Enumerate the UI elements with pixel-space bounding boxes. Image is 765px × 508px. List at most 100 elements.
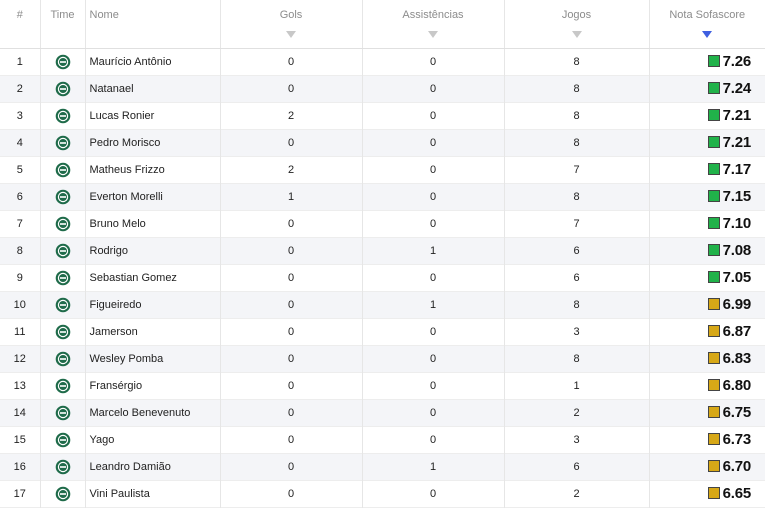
team-cell[interactable] xyxy=(40,345,86,372)
team-cell[interactable] xyxy=(40,291,86,318)
team-cell[interactable] xyxy=(40,480,86,507)
rating-badge: 6.70 xyxy=(707,458,751,475)
player-name-link[interactable]: Vini Paulista xyxy=(85,480,221,507)
player-name-link[interactable]: Figueiredo xyxy=(85,291,221,318)
column-header-games[interactable]: Jogos xyxy=(504,0,650,49)
rating-badge: 7.24 xyxy=(707,80,751,97)
table-row[interactable]: 7 Bruno Melo 0 0 7 7.10 xyxy=(0,210,765,237)
team-crest-icon[interactable] xyxy=(55,243,71,259)
player-name-link[interactable]: Pedro Morisco xyxy=(85,129,221,156)
sort-arrow-icon[interactable] xyxy=(571,31,582,38)
row-position: 11 xyxy=(0,318,41,345)
team-cell[interactable] xyxy=(40,264,86,291)
column-header-goals-label: Gols xyxy=(279,9,303,21)
team-cell[interactable] xyxy=(40,129,86,156)
table-row[interactable]: 2 Natanael 0 0 8 7.24 xyxy=(0,75,765,102)
team-crest-icon[interactable] xyxy=(55,486,71,502)
sort-arrow-icon[interactable] xyxy=(286,31,296,38)
column-header-rating-label: Nota Sofascore xyxy=(669,9,746,21)
table-row[interactable]: 14 Marcelo Benevenuto 0 0 2 6.75 xyxy=(0,399,765,426)
assists-value: 0 xyxy=(362,345,505,372)
row-position: 14 xyxy=(0,399,41,426)
table-row[interactable]: 6 Everton Morelli 1 0 8 7.15 xyxy=(0,183,765,210)
player-name-link[interactable]: Leandro Damião xyxy=(85,453,221,480)
table-row[interactable]: 12 Wesley Pomba 0 0 8 6.83 xyxy=(0,345,765,372)
table-row[interactable]: 15 Yago 0 0 3 6.73 xyxy=(0,426,765,453)
player-name-link[interactable]: Maurício Antônio xyxy=(85,48,221,75)
team-cell[interactable] xyxy=(40,156,86,183)
table-row[interactable]: 16 Leandro Damião 0 1 6 6.70 xyxy=(0,453,765,480)
team-cell[interactable] xyxy=(40,399,86,426)
rating-badge: 6.73 xyxy=(707,431,751,448)
team-cell[interactable] xyxy=(40,318,86,345)
rating-value: 7.05 xyxy=(722,268,752,286)
team-crest-icon[interactable] xyxy=(55,54,71,70)
rating-value: 7.21 xyxy=(722,133,752,151)
team-cell[interactable] xyxy=(40,453,86,480)
games-value: 8 xyxy=(504,129,650,156)
player-name-link[interactable]: Jamerson xyxy=(85,318,221,345)
team-crest-icon[interactable] xyxy=(55,432,71,448)
team-crest-icon[interactable] xyxy=(55,135,71,151)
team-crest-icon[interactable] xyxy=(55,378,71,394)
rating-color-swatch xyxy=(707,487,720,500)
sort-arrow-active-icon[interactable] xyxy=(702,31,713,38)
player-name-link[interactable]: Bruno Melo xyxy=(85,210,221,237)
team-crest-icon[interactable] xyxy=(55,270,71,286)
row-position: 10 xyxy=(0,291,41,318)
team-crest-icon[interactable] xyxy=(55,405,71,421)
player-name-link[interactable]: Matheus Frizzo xyxy=(85,156,221,183)
team-crest-icon[interactable] xyxy=(55,108,71,124)
player-name-link[interactable]: Sebastian Gomez xyxy=(85,264,221,291)
table-row[interactable]: 8 Rodrigo 0 1 6 7.08 xyxy=(0,237,765,264)
team-cell[interactable] xyxy=(40,183,86,210)
column-header-goals[interactable]: Gols xyxy=(220,0,363,49)
team-cell[interactable] xyxy=(40,210,86,237)
table-row[interactable]: 9 Sebastian Gomez 0 0 6 7.05 xyxy=(0,264,765,291)
player-name-link[interactable]: Fransérgio xyxy=(85,372,221,399)
team-crest-icon[interactable] xyxy=(55,162,71,178)
team-crest-icon[interactable] xyxy=(55,459,71,475)
team-crest-icon[interactable] xyxy=(55,189,71,205)
table-row[interactable]: 5 Matheus Frizzo 2 0 7 7.17 xyxy=(0,156,765,183)
team-cell[interactable] xyxy=(40,75,86,102)
sort-arrow-icon[interactable] xyxy=(428,31,438,38)
table-row[interactable]: 11 Jamerson 0 0 3 6.87 xyxy=(0,318,765,345)
team-crest-icon[interactable] xyxy=(55,297,71,313)
row-position: 17 xyxy=(0,480,41,507)
rating-color-swatch xyxy=(707,82,720,95)
rating-color-swatch xyxy=(707,55,720,68)
team-cell[interactable] xyxy=(40,48,86,75)
player-name-link[interactable]: Natanael xyxy=(85,75,221,102)
table-row[interactable]: 10 Figueiredo 0 1 8 6.99 xyxy=(0,291,765,318)
player-name-link[interactable]: Marcelo Benevenuto xyxy=(85,399,221,426)
rating-color-swatch xyxy=(707,352,720,365)
table-row[interactable]: 1 Maurício Antônio 0 0 8 7.26 xyxy=(0,48,765,75)
table-row[interactable]: 3 Lucas Ronier 2 0 8 7.21 xyxy=(0,102,765,129)
column-header-rating[interactable]: Nota Sofascore xyxy=(649,0,765,49)
goals-value: 0 xyxy=(220,372,363,399)
table-row[interactable]: 4 Pedro Morisco 0 0 8 7.21 xyxy=(0,129,765,156)
team-cell[interactable] xyxy=(40,426,86,453)
player-name-link[interactable]: Everton Morelli xyxy=(85,183,221,210)
team-cell[interactable] xyxy=(40,102,86,129)
games-value: 3 xyxy=(504,318,650,345)
rating-cell: 7.15 xyxy=(649,183,765,210)
team-crest-icon[interactable] xyxy=(55,324,71,340)
team-crest-icon[interactable] xyxy=(55,351,71,367)
assists-value: 0 xyxy=(362,183,505,210)
team-crest-icon[interactable] xyxy=(55,81,71,97)
rating-cell: 6.80 xyxy=(649,372,765,399)
player-name-link[interactable]: Rodrigo xyxy=(85,237,221,264)
team-crest-icon[interactable] xyxy=(55,216,71,232)
player-name-link[interactable]: Yago xyxy=(85,426,221,453)
team-cell[interactable] xyxy=(40,237,86,264)
rating-value: 6.83 xyxy=(722,349,752,367)
table-row[interactable]: 17 Vini Paulista 0 0 2 6.65 xyxy=(0,480,765,507)
games-value: 8 xyxy=(504,102,650,129)
column-header-assists[interactable]: Assistências xyxy=(362,0,505,49)
player-name-link[interactable]: Wesley Pomba xyxy=(85,345,221,372)
player-name-link[interactable]: Lucas Ronier xyxy=(85,102,221,129)
table-row[interactable]: 13 Fransérgio 0 0 1 6.80 xyxy=(0,372,765,399)
team-cell[interactable] xyxy=(40,372,86,399)
